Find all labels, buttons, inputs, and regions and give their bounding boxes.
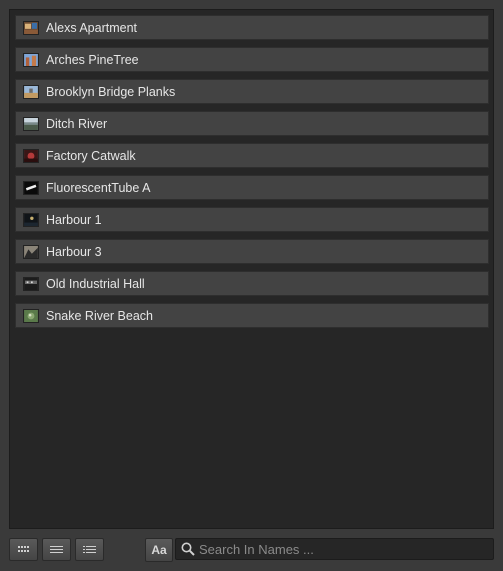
list-item[interactable]: FluorescentTube A <box>15 175 489 200</box>
item-label: Snake River Beach <box>46 308 154 323</box>
hdri-library-panel: Alexs Apartment Arches PineTree Brooklyn… <box>9 9 494 529</box>
list-item[interactable]: Brooklyn Bridge Planks <box>15 79 489 104</box>
item-label: Old Industrial Hall <box>46 276 145 291</box>
list-item[interactable]: Ditch River <box>15 111 489 136</box>
search-icon <box>181 542 195 556</box>
list-item[interactable]: Arches PineTree <box>15 47 489 72</box>
list-item[interactable]: Alexs Apartment <box>15 15 489 40</box>
arches-thumbnail-icon <box>23 52 39 67</box>
match-case-button[interactable]: Aa <box>145 538 173 562</box>
list-view-icon <box>50 546 63 553</box>
item-label: FluorescentTube A <box>46 180 151 195</box>
detail-view-button[interactable] <box>75 538 104 561</box>
grid-view-icon <box>18 546 29 552</box>
search-input[interactable] <box>195 541 479 557</box>
bridge-thumbnail-icon <box>23 84 39 99</box>
harbour-thumbnail-icon <box>23 244 39 259</box>
list-item[interactable]: Harbour 1 <box>15 207 489 232</box>
tube-thumbnail-icon <box>23 180 39 195</box>
search-box[interactable] <box>175 538 494 560</box>
harbour-thumbnail-icon <box>23 212 39 227</box>
river-thumbnail-icon <box>23 116 39 131</box>
item-label: Harbour 1 <box>46 212 102 227</box>
apartment-thumbnail-icon <box>23 20 39 35</box>
list-item[interactable]: Snake River Beach <box>15 303 489 328</box>
factory-thumbnail-icon <box>23 148 39 163</box>
hall-thumbnail-icon <box>23 276 39 291</box>
item-label: Arches PineTree <box>46 52 139 67</box>
bottom-toolbar: Aa <box>0 531 503 571</box>
item-label: Factory Catwalk <box>46 148 136 163</box>
item-label: Harbour 3 <box>46 244 102 259</box>
item-label: Brooklyn Bridge Planks <box>46 84 176 99</box>
detail-view-icon <box>83 546 96 553</box>
list-item[interactable]: Old Industrial Hall <box>15 271 489 296</box>
beach-thumbnail-icon <box>23 308 39 323</box>
list-view-button[interactable] <box>42 538 71 561</box>
item-label: Ditch River <box>46 116 108 131</box>
list-item[interactable]: Factory Catwalk <box>15 143 489 168</box>
grid-view-button[interactable] <box>9 538 38 561</box>
item-label: Alexs Apartment <box>46 20 138 35</box>
list-item[interactable]: Harbour 3 <box>15 239 489 264</box>
item-list: Alexs Apartment Arches PineTree Brooklyn… <box>15 15 489 335</box>
